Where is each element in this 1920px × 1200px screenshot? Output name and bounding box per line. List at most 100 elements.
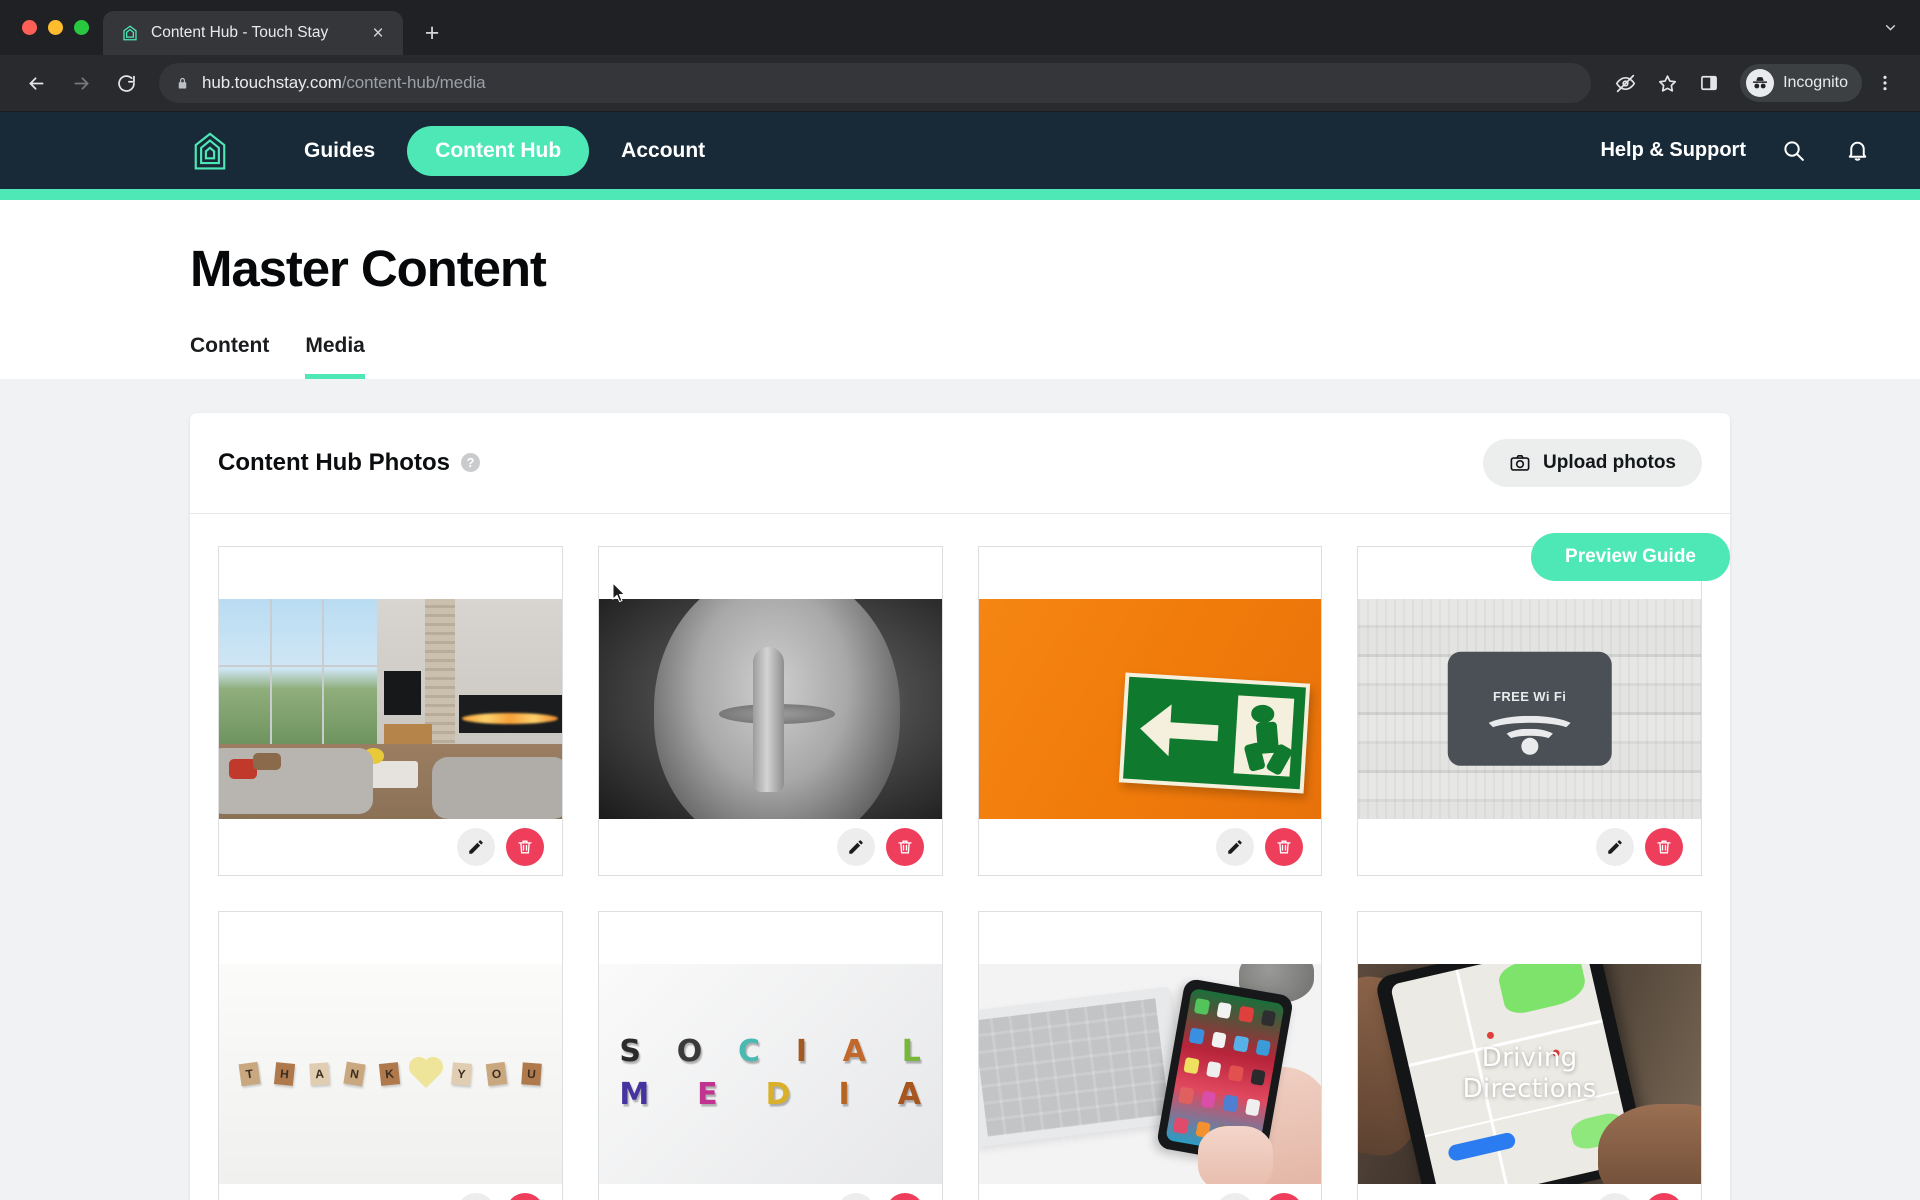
photo-card-top-pad bbox=[978, 546, 1322, 599]
photo-card[interactable]: FREE Wi Fi bbox=[1357, 545, 1702, 876]
trash-icon[interactable] bbox=[1265, 1192, 1304, 1200]
star-icon[interactable] bbox=[1648, 64, 1686, 102]
thank-you-blocks: T H A N K Y O U bbox=[238, 1059, 542, 1088]
nav-link-content-hub[interactable]: Content Hub bbox=[407, 125, 590, 176]
page-viewport: Guides Content Hub Account Help & Suppor… bbox=[0, 112, 1920, 1200]
photo-card-top-pad bbox=[598, 911, 942, 964]
photo-card-top-pad bbox=[219, 546, 562, 599]
photo-thumbnail-quiet-shush[interactable] bbox=[598, 598, 942, 819]
chevron-down-icon[interactable] bbox=[1870, 0, 1910, 55]
photo-thumbnail-living-room[interactable] bbox=[219, 598, 562, 819]
tab-media[interactable]: Media bbox=[305, 334, 365, 379]
wifi-sign-caption: FREE Wi Fi bbox=[1493, 689, 1567, 705]
pencil-icon[interactable] bbox=[456, 1192, 495, 1200]
address-bar[interactable]: hub.touchstay.com/content-hub/media bbox=[159, 63, 1592, 103]
pencil-icon[interactable] bbox=[836, 1192, 875, 1200]
content-area: Content Hub Photos ? Upload photos FREE … bbox=[0, 378, 1920, 1200]
minimize-window-button[interactable] bbox=[48, 20, 63, 35]
upload-photos-button[interactable]: Upload photos bbox=[1483, 438, 1702, 487]
trash-icon[interactable] bbox=[1265, 827, 1304, 866]
touchstay-house-icon bbox=[120, 23, 140, 43]
pencil-icon[interactable] bbox=[1596, 1192, 1634, 1200]
incognito-hat-icon bbox=[1746, 69, 1775, 97]
new-tab-button[interactable]: + bbox=[415, 16, 449, 50]
url-host: hub.touchstay.com bbox=[202, 73, 342, 92]
trash-icon[interactable] bbox=[1645, 1192, 1683, 1200]
upload-photos-label: Upload photos bbox=[1543, 451, 1676, 473]
photo-card-actions bbox=[598, 818, 942, 875]
nav-link-guides[interactable]: Guides bbox=[282, 126, 397, 176]
page-header: Master Content Content Media Preview Gui… bbox=[0, 200, 1920, 581]
pencil-icon[interactable] bbox=[1216, 827, 1255, 866]
search-icon[interactable] bbox=[1776, 134, 1810, 168]
driving-directions-caption: Driving Directions bbox=[1358, 964, 1701, 1184]
mouse-cursor bbox=[612, 582, 626, 603]
back-arrow-icon[interactable] bbox=[16, 63, 56, 103]
card-title: Content Hub Photos bbox=[218, 448, 450, 476]
notification-bell-icon[interactable] bbox=[1840, 134, 1874, 168]
nav-right-group: Help & Support bbox=[1600, 134, 1874, 168]
photo-card-actions bbox=[978, 818, 1322, 875]
photo-card[interactable]: T H A N K Y O U bbox=[218, 910, 563, 1200]
trash-icon[interactable] bbox=[885, 1192, 924, 1200]
photo-card-actions bbox=[219, 1183, 562, 1200]
eye-slash-icon[interactable] bbox=[1606, 64, 1644, 102]
help-and-support-link[interactable]: Help & Support bbox=[1600, 139, 1746, 162]
reload-icon[interactable] bbox=[106, 63, 146, 103]
photo-card[interactable]: Driving Directions bbox=[1357, 910, 1702, 1200]
heart-icon bbox=[411, 1059, 440, 1088]
social-media-line-1: S O C I A L bbox=[619, 1034, 921, 1070]
trash-icon[interactable] bbox=[505, 827, 544, 866]
pencil-icon[interactable] bbox=[1216, 1192, 1255, 1200]
brand-accent-strip bbox=[0, 189, 1920, 200]
photo-card-actions bbox=[1358, 1183, 1701, 1200]
photo-thumbnail-free-wifi[interactable]: FREE Wi Fi bbox=[1358, 598, 1701, 819]
pencil-icon[interactable] bbox=[456, 827, 495, 866]
browser-toolbar: hub.touchstay.com/content-hub/media Inco… bbox=[0, 55, 1920, 112]
browser-tab[interactable]: Content Hub - Touch Stay × bbox=[103, 11, 403, 55]
photo-thumbnail-exit-sign[interactable] bbox=[978, 598, 1322, 819]
photo-thumbnail-phone-keyboard[interactable] bbox=[978, 963, 1322, 1184]
app-navigation-bar: Guides Content Hub Account Help & Suppor… bbox=[0, 112, 1920, 189]
preview-guide-button[interactable]: Preview Guide bbox=[1531, 533, 1730, 581]
photo-card-actions bbox=[1358, 818, 1701, 875]
toolbar-icon-group: Incognito bbox=[1606, 64, 1904, 102]
trash-icon[interactable] bbox=[885, 827, 924, 866]
page-title: Master Content bbox=[190, 240, 547, 297]
photo-card[interactable] bbox=[218, 545, 563, 876]
address-bar-url: hub.touchstay.com/content-hub/media bbox=[202, 73, 486, 93]
side-panel-icon[interactable] bbox=[1690, 64, 1728, 102]
photo-card[interactable]: S O C I A L M E D I A bbox=[597, 910, 943, 1200]
pencil-icon[interactable] bbox=[836, 827, 875, 866]
tab-content[interactable]: Content bbox=[190, 334, 269, 379]
pencil-icon[interactable] bbox=[1596, 827, 1634, 866]
close-icon[interactable]: × bbox=[366, 21, 390, 45]
photo-card[interactable] bbox=[977, 545, 1323, 876]
photo-card[interactable] bbox=[597, 545, 943, 876]
maximize-window-button[interactable] bbox=[74, 20, 89, 35]
close-window-button[interactable] bbox=[22, 20, 37, 35]
window-traffic-lights bbox=[18, 0, 103, 55]
trash-icon[interactable] bbox=[1645, 827, 1683, 866]
browser-tab-strip: Content Hub - Touch Stay × + bbox=[0, 0, 1920, 55]
photo-thumbnail-social-media[interactable]: S O C I A L M E D I A bbox=[598, 963, 942, 1184]
photo-card-top-pad bbox=[598, 546, 942, 599]
profile-chip[interactable]: Incognito bbox=[1740, 64, 1862, 102]
photo-card-top-pad bbox=[978, 911, 1322, 964]
photo-thumbnail-driving-directions[interactable]: Driving Directions bbox=[1358, 963, 1701, 1184]
photo-card-actions bbox=[978, 1183, 1322, 1200]
trash-icon[interactable] bbox=[505, 1192, 544, 1200]
nav-link-account[interactable]: Account bbox=[599, 126, 727, 176]
browser-window: Content Hub - Touch Stay × + hub.touchst… bbox=[0, 0, 1920, 1200]
forward-arrow-icon[interactable] bbox=[61, 63, 101, 103]
photo-card[interactable] bbox=[977, 910, 1323, 1200]
kebab-menu-icon[interactable] bbox=[1866, 64, 1904, 102]
photo-thumbnail-thank-you[interactable]: T H A N K Y O U bbox=[219, 963, 562, 1184]
question-mark-icon[interactable]: ? bbox=[460, 453, 480, 473]
page-tabs: Content Media bbox=[190, 334, 1730, 379]
social-media-line-2: M E D I A bbox=[619, 1077, 921, 1112]
touchstay-house-logo[interactable] bbox=[190, 129, 230, 173]
photo-card-top-pad bbox=[1358, 911, 1701, 964]
url-path: /content-hub/media bbox=[341, 73, 486, 92]
primary-nav-links: Guides Content Hub Account bbox=[282, 125, 727, 176]
